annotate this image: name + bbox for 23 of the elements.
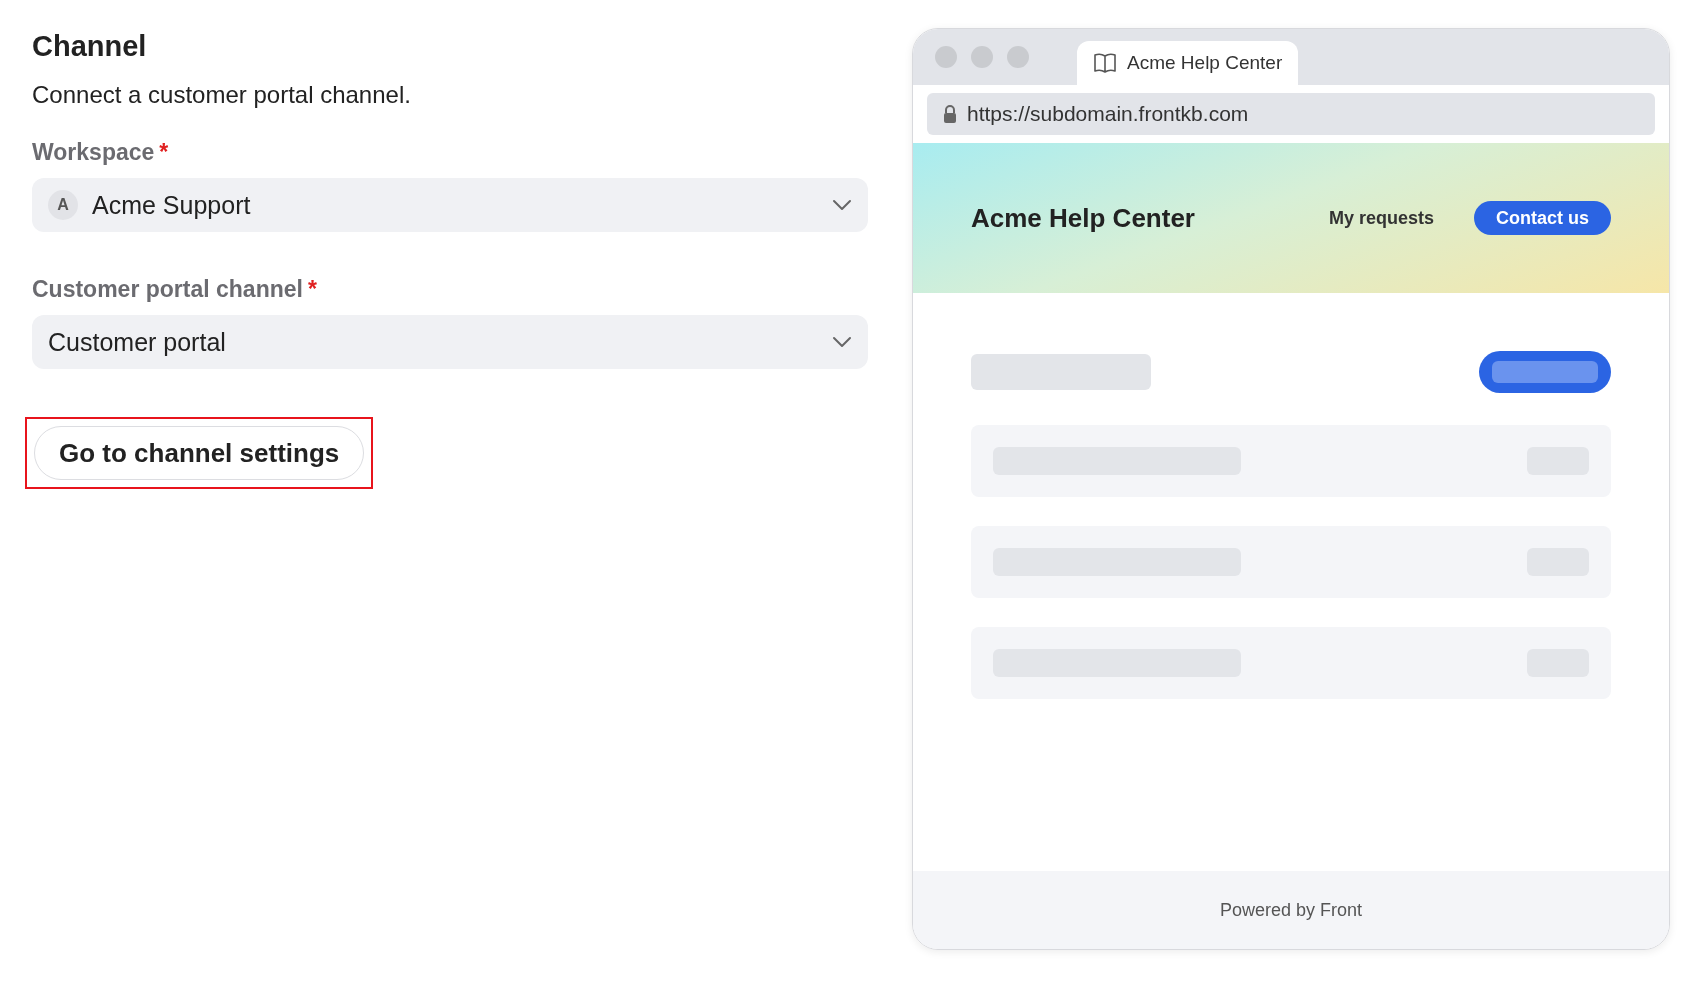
window-dot[interactable]	[971, 46, 993, 68]
required-mark: *	[307, 276, 317, 303]
book-icon	[1093, 52, 1117, 74]
section-description: Connect a customer portal channel.	[32, 81, 412, 109]
site-title: Acme Help Center	[971, 202, 1196, 234]
window-dot[interactable]	[1007, 46, 1029, 68]
required-mark: *	[159, 139, 169, 166]
workspace-avatar: A	[48, 190, 78, 220]
channel-settings-button[interactable]: Go to channel settings	[34, 426, 365, 480]
address-bar[interactable]: https://subdomain.frontkb.com	[927, 93, 1655, 135]
chevron-down-icon	[832, 336, 852, 348]
field-label: Customer portal channel	[32, 276, 303, 303]
browser-tab[interactable]: Acme Help Center	[1077, 41, 1299, 85]
select-dropdown[interactable]: Customer portal	[32, 315, 868, 369]
select-dropdown[interactable]: A Acme Support	[32, 178, 868, 232]
powered-by-footer: Powered by Front	[913, 871, 1669, 949]
lock-icon	[943, 105, 957, 123]
chevron-down-icon	[832, 199, 852, 211]
field-label: Workspace	[32, 139, 155, 166]
window-dot[interactable]	[935, 46, 957, 68]
section-title: Channel	[32, 30, 148, 63]
contact-button[interactable]: Contact us	[1474, 201, 1611, 235]
nav-link[interactable]: My requests	[1328, 207, 1434, 229]
